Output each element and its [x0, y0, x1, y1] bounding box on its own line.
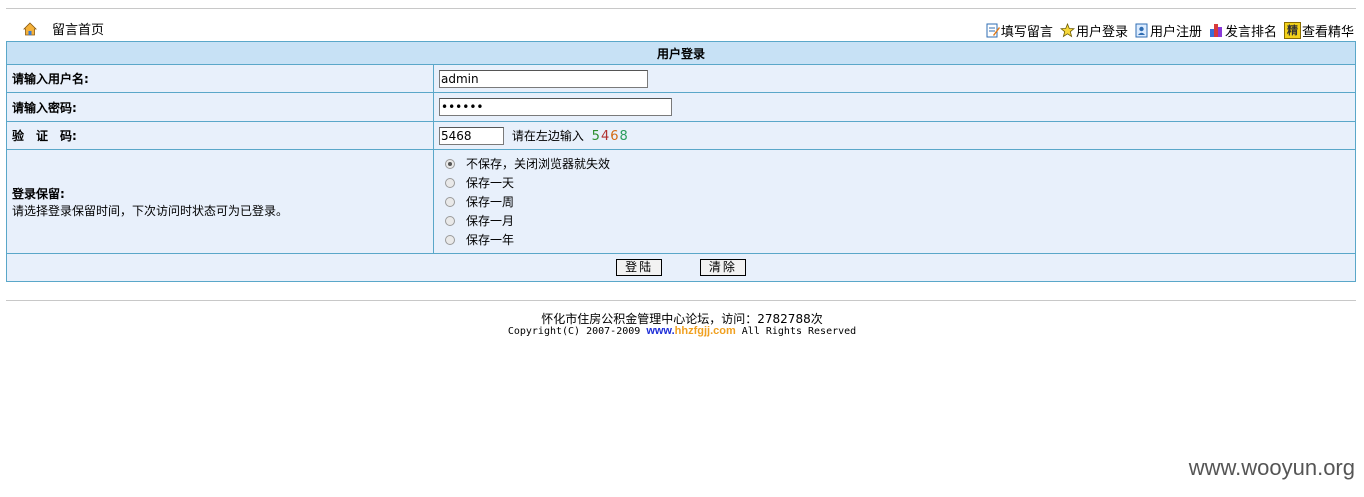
- home-icon: [23, 21, 37, 35]
- footer-copyright: Copyright(C) 2007-2009 www.hhzfgjj.com A…: [0, 325, 1364, 337]
- nav-write-label: 填写留言: [1000, 25, 1053, 40]
- keep-option-label: 保存一周: [466, 195, 515, 209]
- keep-option-label: 保存一月: [466, 214, 515, 228]
- radio-button[interactable]: [445, 234, 455, 245]
- footer-divider: [6, 300, 1356, 301]
- footer-domain-link[interactable]: hhzfgjj.com: [675, 325, 736, 337]
- nav-user-login[interactable]: 用户登录: [1059, 21, 1128, 40]
- keep-option-label: 保存一天: [466, 176, 515, 190]
- essence-icon: 精: [1283, 22, 1301, 39]
- nav-essence-label: 查看精华: [1301, 25, 1354, 40]
- keep-option-month[interactable]: 保存一月: [439, 211, 1350, 230]
- login-form-table: 用户登录 请输入用户名: 请输入密码: 验 证 码: 请在左边输入 5468 登…: [6, 41, 1356, 282]
- keep-login-description: 请选择登录保留时间，下次访问时状态可为已登录。: [12, 203, 289, 218]
- home-label: 留言首页: [52, 23, 105, 38]
- captcha-digit: 4: [600, 128, 611, 144]
- top-bar: 留言首页 填写留言 用户登录 用户注册 发言排名 精 查看精华: [6, 16, 1356, 40]
- ranking-icon: [1209, 24, 1222, 37]
- keep-option-day[interactable]: 保存一天: [439, 173, 1350, 192]
- top-divider: [6, 8, 1356, 9]
- keep-option-none[interactable]: 不保存，关闭浏览器就失效: [439, 154, 1350, 173]
- captcha-label: 验 证 码:: [6, 121, 434, 150]
- captcha-image: 5468: [592, 129, 629, 144]
- nav-user-register[interactable]: 用户注册: [1135, 21, 1202, 40]
- top-nav: 填写留言 用户登录 用户注册 发言排名 精 查看精华: [979, 21, 1354, 40]
- star-icon: [1059, 23, 1075, 38]
- username-input[interactable]: [439, 69, 648, 88]
- captcha-hint: 请在左边输入: [511, 128, 584, 143]
- rights-text: All Rights Reserved: [741, 326, 857, 337]
- username-label: 请输入用户名:: [6, 64, 434, 93]
- radio-button[interactable]: [445, 196, 455, 207]
- captcha-input[interactable]: [439, 126, 504, 145]
- login-button[interactable]: 登陆: [616, 259, 663, 276]
- write-icon: [986, 23, 1000, 38]
- keep-login-title: 登录保留:: [12, 186, 65, 201]
- radio-button[interactable]: [445, 215, 455, 226]
- captcha-digit: 6: [610, 128, 620, 144]
- keep-option-year[interactable]: 保存一年: [439, 230, 1350, 249]
- form-title: 用户登录: [6, 41, 1356, 65]
- nav-view-essence[interactable]: 精 查看精华: [1283, 21, 1354, 40]
- nav-ranking-label: 发言排名: [1224, 25, 1277, 40]
- captcha-digit: 8: [619, 128, 629, 144]
- nav-post-ranking[interactable]: 发言排名: [1209, 21, 1277, 40]
- keep-login-options: 不保存，关闭浏览器就失效 保存一天 保存一周 保存一月 保存一年: [433, 149, 1356, 254]
- register-icon: [1135, 23, 1148, 38]
- nav-register-label: 用户注册: [1149, 25, 1202, 40]
- home-link[interactable]: 留言首页: [22, 19, 104, 38]
- footer-www[interactable]: www.: [646, 325, 674, 337]
- password-input[interactable]: [439, 98, 672, 116]
- radio-button[interactable]: [445, 158, 455, 169]
- password-label: 请输入密码:: [6, 92, 434, 122]
- keep-option-label: 不保存，关闭浏览器就失效: [466, 157, 611, 171]
- keep-option-week[interactable]: 保存一周: [439, 192, 1350, 211]
- clear-button[interactable]: 清除: [699, 259, 746, 276]
- watermark: www.wooyun.org: [1188, 455, 1355, 480]
- form-actions: 登陆 清除: [6, 253, 1356, 282]
- captcha-digit: 5: [591, 128, 601, 144]
- keep-option-label: 保存一年: [466, 233, 515, 247]
- copyright-text: Copyright(C) 2007-2009: [507, 326, 641, 337]
- radio-button[interactable]: [445, 177, 455, 188]
- nav-write-message[interactable]: 填写留言: [986, 21, 1053, 40]
- nav-login-label: 用户登录: [1075, 25, 1128, 40]
